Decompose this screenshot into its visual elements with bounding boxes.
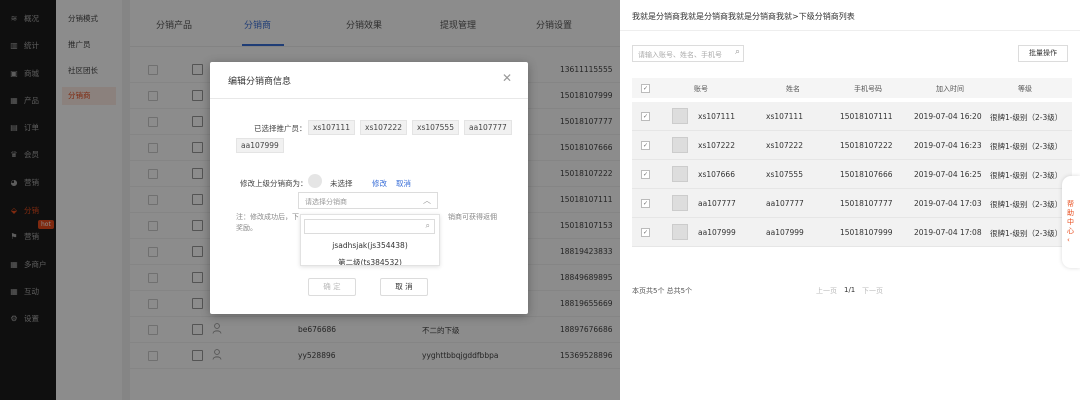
row-join-time: 2019-07-04 16:25 [914, 170, 982, 179]
table-header: ✓ 账号 姓名 手机号码 加入时间 等级 [632, 78, 1072, 98]
distributor-select[interactable]: 请选择分销商 ︿ [298, 192, 438, 209]
next-page-button[interactable]: 下一页 [862, 286, 883, 296]
row-phone: 15018107999 [840, 228, 893, 237]
help-center-tab[interactable]: 帮助中心 ‹ [1062, 176, 1080, 268]
table-row: ✓ aa107999 aa107999 15018107999 2019-07-04 1… [632, 218, 1072, 247]
row-account: aa107777 [698, 199, 736, 208]
modal-title: 编辑分销商信息 [228, 77, 292, 87]
row-name: xs107222 [766, 141, 803, 150]
search-icon[interactable]: ⌕ [735, 47, 740, 57]
row-checkbox[interactable]: ✓ [641, 141, 650, 150]
row-name: xs107555 [766, 170, 803, 179]
row-account: xs107222 [698, 141, 735, 150]
row-checkbox[interactable]: ✓ [641, 112, 650, 121]
help-center-label: 帮助中心 ‹ [1067, 200, 1074, 244]
row-phone: 15018107777 [840, 199, 893, 208]
drawer-search-input[interactable]: 请输入账号、姓名、手机号 ⌕ [632, 45, 744, 62]
dropdown-option[interactable]: jsadhsjak(js354438) [301, 241, 439, 250]
row-checkbox[interactable]: ✓ [641, 199, 650, 208]
note-line-2: 奖励。 [236, 224, 257, 232]
column-header: 等级 [1018, 85, 1032, 93]
batch-operation-button[interactable]: 批量操作 [1018, 45, 1068, 62]
distributor-dropdown: ⌕ jsadhsjak(js354438) 第二级(ts384532) [300, 214, 440, 266]
note-text-right: 销商可获得返佣 [448, 213, 497, 221]
edit-distributor-modal: 编辑分销商信息 ✕ 已选择推广员： xs107111 xs107222 xs10… [210, 62, 528, 314]
column-header: 账号 [694, 85, 708, 93]
row-join-time: 2019-07-04 17:08 [914, 228, 982, 237]
dropdown-option[interactable]: 第二级(ts384532) [301, 257, 439, 265]
selected-promoters-label: 已选择推广员： [254, 124, 307, 133]
chevron-up-icon: ︿ [423, 196, 431, 205]
row-phone: 15018107111 [840, 112, 893, 121]
table-row: ✓ xs107666 xs107555 15018107666 2019-07-04 1… [632, 160, 1072, 189]
table-row: ✓ xs107222 xs107222 15018107222 2019-07-04 1… [632, 131, 1072, 160]
note-text: 注：修改成功后，下 奖励。 [236, 212, 304, 234]
promoter-tag: xs107111 [308, 120, 355, 135]
row-level: 很牌1-级别（2-3级） [990, 229, 1063, 238]
pager-summary: 本页共5个 总共5个 [632, 287, 693, 295]
row-join-time: 2019-07-04 16:20 [914, 112, 982, 121]
page-indicator: 1/1 [844, 286, 856, 294]
row-level: 很牌1-级别（2-3级） [990, 113, 1063, 122]
row-level: 很牌1-级别（2-3级） [990, 200, 1063, 209]
modify-link[interactable]: 修改 [372, 178, 387, 189]
confirm-button[interactable]: 确 定 [308, 278, 356, 296]
select-placeholder: 请选择分销商 [305, 198, 347, 206]
row-join-time: 2019-07-04 17:03 [914, 199, 982, 208]
row-level: 很牌1-级别（2-3级） [990, 142, 1063, 151]
select-all-checkbox[interactable]: ✓ [641, 84, 650, 93]
row-join-time: 2019-07-04 16:23 [914, 141, 982, 150]
search-icon: ⌕ [425, 221, 430, 230]
avatar [672, 195, 688, 211]
row-name: xs107111 [766, 112, 803, 121]
avatar [672, 137, 688, 153]
row-level: 很牌1-级别（2-3级） [990, 171, 1063, 180]
promoter-tag: xs107555 [412, 120, 459, 135]
not-selected-text: 未选择 [330, 179, 353, 188]
modal-divider [210, 98, 528, 99]
column-header: 加入时间 [936, 85, 964, 93]
row-account: xs107666 [698, 170, 735, 179]
close-icon[interactable]: ✕ [502, 71, 512, 85]
cancel-link[interactable]: 取消 [396, 178, 411, 189]
drawer-title: 我就是分销商我就是分销商我就是分销商我就>下级分销商列表 [632, 12, 855, 21]
column-header: 手机号码 [854, 85, 882, 93]
prev-page-button[interactable]: 上一页 [816, 286, 837, 296]
promoter-tag: aa107999 [236, 138, 284, 153]
avatar [672, 224, 688, 240]
row-checkbox[interactable]: ✓ [641, 170, 650, 179]
promoter-tag: xs107222 [360, 120, 407, 135]
avatar [672, 108, 688, 124]
row-phone: 15018107222 [840, 141, 893, 150]
modify-parent-label: 修改上级分销商为： [240, 179, 308, 188]
row-account: aa107999 [698, 228, 736, 237]
table-row: ✓ aa107777 aa107777 15018107777 2019-07-04 1… [632, 189, 1072, 218]
row-account: xs107111 [698, 112, 735, 121]
cancel-button[interactable]: 取 消 [380, 278, 428, 296]
avatar [672, 166, 688, 182]
column-header: 姓名 [786, 85, 800, 93]
promoter-tag: aa107777 [464, 120, 512, 135]
row-name: aa107777 [766, 199, 804, 208]
avatar [308, 174, 322, 188]
table-row: ✓ xs107111 xs107111 15018107111 2019-07-04 1… [632, 102, 1072, 131]
sub-distributor-drawer: 我就是分销商我就是分销商我就是分销商我就>下级分销商列表 请输入账号、姓名、手机… [620, 0, 1080, 400]
row-checkbox[interactable]: ✓ [641, 228, 650, 237]
note-line-1: 注：修改成功后，下 [236, 213, 299, 221]
drawer-divider [620, 30, 1080, 31]
row-phone: 15018107666 [840, 170, 893, 179]
search-placeholder: 请输入账号、姓名、手机号 [638, 51, 722, 59]
dropdown-search-input[interactable]: ⌕ [304, 219, 435, 234]
row-name: aa107999 [766, 228, 804, 237]
